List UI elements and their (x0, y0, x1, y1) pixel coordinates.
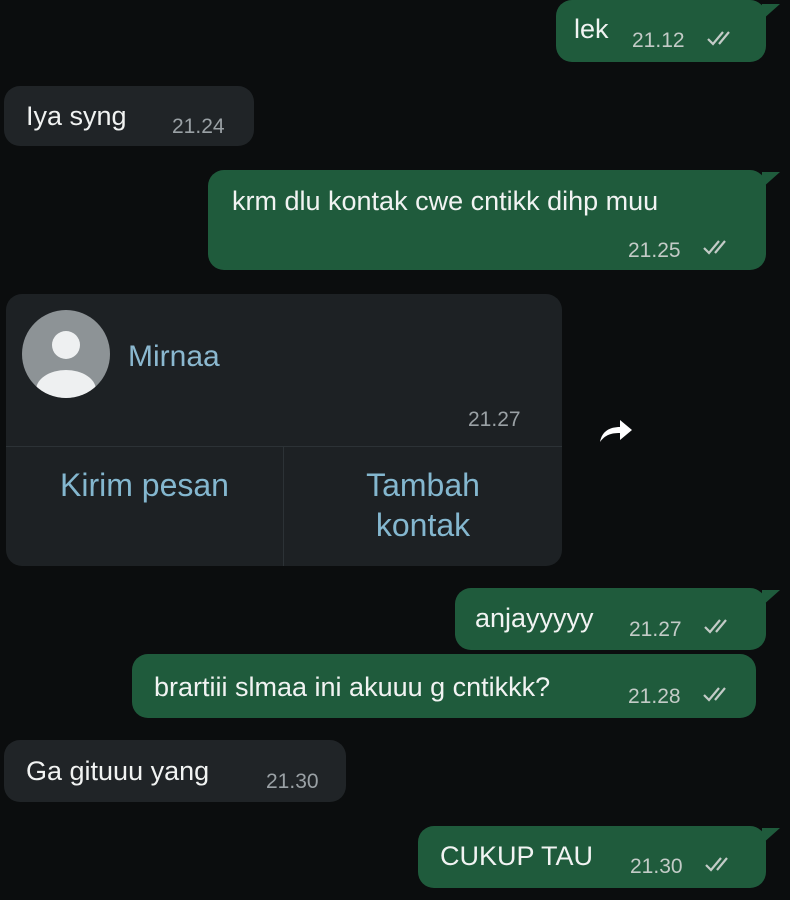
bubble-tail (762, 828, 780, 844)
bubble-tail (762, 590, 780, 606)
outgoing-message[interactable]: brartiii slmaa ini akuuu g cntikkk? 21.2… (132, 654, 756, 718)
message-time: 21.27 (468, 408, 521, 431)
double-check-icon (705, 857, 728, 872)
send-message-label: Kirim pesan (60, 467, 229, 503)
message-time: 21.12 (632, 29, 685, 52)
bubble-tail (762, 4, 780, 20)
outgoing-message[interactable]: anjayyyyy 21.27 (455, 588, 766, 650)
bubble-tail (762, 172, 780, 188)
double-check-icon (704, 619, 727, 634)
outgoing-message[interactable]: lek 21.12 (556, 0, 766, 62)
message-time: 21.24 (172, 115, 225, 138)
message-time: 21.30 (630, 855, 683, 878)
add-contact-button[interactable]: Tambah kontak (284, 465, 562, 545)
send-message-button[interactable]: Kirim pesan (6, 465, 283, 505)
forward-arrow-icon[interactable] (597, 416, 635, 446)
double-check-icon (703, 687, 726, 702)
message-text: krm dlu kontak cwe cntikk dihp muu (232, 186, 659, 216)
add-contact-label-line2: kontak (375, 507, 471, 543)
message-time: 21.28 (628, 685, 681, 708)
message-time: 21.30 (266, 770, 319, 793)
message-time: 21.27 (629, 618, 682, 641)
message-text: CUKUP TAU (440, 841, 594, 871)
message-time: 21.25 (628, 239, 681, 262)
message-text: brartiii slmaa ini akuuu g cntikkk? (154, 672, 551, 702)
message-text: Iya syng (26, 101, 127, 131)
message-text: lek (574, 14, 609, 44)
divider (6, 446, 562, 447)
message-text: Ga gituuu yang (26, 756, 210, 786)
double-check-icon (703, 240, 726, 255)
outgoing-message[interactable]: krm dlu kontak cwe cntikk dihp muu 21.25 (208, 170, 766, 270)
outgoing-message[interactable]: CUKUP TAU 21.30 (418, 826, 766, 888)
incoming-message[interactable]: Iya syng 21.24 (4, 86, 254, 146)
double-check-icon (707, 31, 730, 46)
contact-name: Mirnaa (128, 340, 220, 373)
default-avatar-icon (22, 310, 110, 398)
incoming-message[interactable]: Ga gituuu yang 21.30 (4, 740, 346, 802)
message-text: anjayyyyy (475, 603, 594, 633)
add-contact-label-line1: Tambah (366, 467, 480, 503)
